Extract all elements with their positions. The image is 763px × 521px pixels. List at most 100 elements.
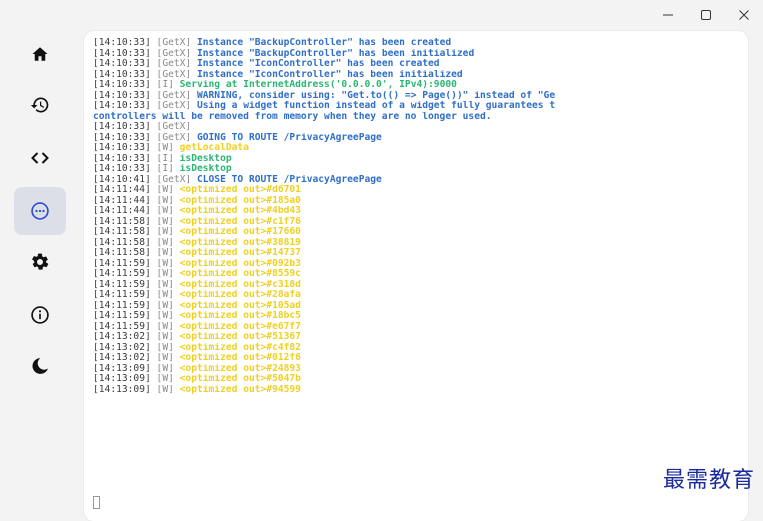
log-tag: [GetX] xyxy=(156,69,192,80)
log-timestamp: [14:11:59] xyxy=(93,300,151,311)
sidebar-item-history[interactable] xyxy=(14,81,66,129)
log-tag: [W] xyxy=(156,195,174,206)
info-icon xyxy=(31,306,49,324)
moon-icon xyxy=(32,358,48,374)
log-timestamp: [14:10:33] xyxy=(93,132,151,143)
log-message: <optimized out>#012f6 xyxy=(179,353,301,363)
log-timestamp: [14:13:02] xyxy=(93,353,151,363)
log-line: [14:11:58] [W] <optimized out>#17660 xyxy=(93,227,744,238)
text-cursor[interactable] xyxy=(93,496,100,509)
log-message: controllers will be removed from memory … xyxy=(93,111,492,122)
log-timestamp: [14:11:59] xyxy=(93,279,151,290)
log-message: <optimized out>#105ad xyxy=(179,300,301,311)
log-line: [14:10:33] [GetX] Instance "IconControll… xyxy=(93,59,744,70)
log-timestamp: [14:10:33] xyxy=(93,48,151,59)
log-tag: [GetX] xyxy=(156,48,192,59)
log-line: [14:13:09] [W] <optimized out>#94599 xyxy=(93,385,744,396)
log-message: <optimized out>#8559c xyxy=(179,269,301,279)
log-output: [14:10:33] [GetX] Instance "BackupContro… xyxy=(93,38,744,395)
log-tag: [I] xyxy=(156,153,174,164)
log-line: [14:11:59] [W] <optimized out>#092b3 xyxy=(93,259,744,270)
log-timestamp: [14:11:58] xyxy=(93,216,151,227)
log-timestamp: [14:10:33] xyxy=(93,153,151,164)
log-timestamp: [14:11:59] xyxy=(93,311,151,321)
log-tag: [W] xyxy=(156,363,174,374)
code-icon xyxy=(31,152,49,164)
log-tag: [GetX] xyxy=(156,122,192,132)
log-line: [14:10:33] [I] isDesktop xyxy=(93,154,744,165)
close-icon xyxy=(739,10,749,20)
sidebar-item-more[interactable] xyxy=(14,187,66,235)
log-line: [14:13:02] [W] <optimized out>#51367 xyxy=(93,332,744,343)
log-timestamp: [14:13:02] xyxy=(93,332,151,342)
log-message: <optimized out>#94599 xyxy=(179,384,301,395)
log-line: [14:11:44] [W] <optimized out>#4bd43 xyxy=(93,206,744,217)
log-message: <optimized out>#4bd43 xyxy=(179,206,301,216)
log-tag: [W] xyxy=(156,227,174,237)
log-line: [14:11:59] [W] <optimized out>#28afa xyxy=(93,290,744,301)
log-tag: [W] xyxy=(156,258,174,269)
home-icon xyxy=(32,47,48,61)
close-button[interactable] xyxy=(725,0,763,30)
log-message: GOING TO ROUTE /PrivacyAgreePage xyxy=(196,132,382,143)
log-line: [14:13:09] [W] <optimized out>#5047b xyxy=(93,374,744,385)
log-timestamp: [14:13:02] xyxy=(93,342,151,353)
log-timestamp: [14:10:33] xyxy=(93,38,151,48)
log-tag: [GetX] xyxy=(156,90,192,101)
log-line: [14:11:59] [W] <optimized out>#c318d xyxy=(93,280,744,291)
log-line: [14:10:33] [GetX] GOING TO ROUTE /Privac… xyxy=(93,133,744,144)
sidebar-item-theme[interactable] xyxy=(14,342,66,390)
log-timestamp: [14:13:09] xyxy=(93,363,151,374)
log-message: <optimized out>#d6701 xyxy=(179,185,301,195)
window-controls xyxy=(649,0,763,30)
log-tag: [W] xyxy=(156,332,174,342)
title-bar xyxy=(0,0,763,30)
log-message: WARNING, consider using: "Get.to(() => P… xyxy=(196,90,556,101)
sidebar-item-code[interactable] xyxy=(14,134,66,182)
log-message: Instance "IconController" has been initi… xyxy=(196,69,463,80)
log-tag: [W] xyxy=(156,384,174,395)
log-message: Instance "BackupController" has been ini… xyxy=(196,48,475,59)
log-timestamp: [14:11:44] xyxy=(93,206,151,216)
log-tag: [GetX] xyxy=(156,132,192,143)
log-timestamp: [14:10:33] xyxy=(93,143,151,153)
log-message: getLocalData xyxy=(179,143,249,153)
sidebar-item-settings[interactable] xyxy=(14,238,66,286)
log-timestamp: [14:11:44] xyxy=(93,195,151,206)
log-timestamp: [14:10:41] xyxy=(93,174,151,185)
log-console[interactable]: [14:10:33] [GetX] Instance "BackupContro… xyxy=(84,31,748,521)
sidebar-item-home[interactable] xyxy=(14,30,66,78)
log-line: [14:10:33] [GetX] Instance "BackupContro… xyxy=(93,38,744,49)
log-line: [14:11:58] [W] <optimized out>#c1f76 xyxy=(93,217,744,228)
log-line: [14:13:02] [W] <optimized out>#012f6 xyxy=(93,353,744,364)
log-message: <optimized out>#092b3 xyxy=(179,258,301,269)
log-tag: [W] xyxy=(156,206,174,216)
log-timestamp: [14:13:09] xyxy=(93,384,151,395)
log-tag: [W] xyxy=(156,290,174,300)
minimize-button[interactable] xyxy=(649,0,687,30)
log-timestamp: [14:10:33] xyxy=(93,101,151,111)
log-line: [14:10:33] [GetX] WARNING, consider usin… xyxy=(93,91,744,102)
log-line: [14:10:33] [GetX] Instance "BackupContro… xyxy=(93,49,744,60)
log-message: <optimized out>#38819 xyxy=(179,237,301,248)
log-tag: [GetX] xyxy=(156,101,192,111)
log-timestamp: [14:11:59] xyxy=(93,321,151,332)
log-line: [14:10:33] [GetX] Using a widget functio… xyxy=(93,101,744,112)
log-timestamp: [14:11:59] xyxy=(93,258,151,269)
minimize-icon xyxy=(663,14,673,16)
maximize-button[interactable] xyxy=(687,0,725,30)
log-tag: [W] xyxy=(156,279,174,290)
log-message: <optimized out>#c318d xyxy=(179,279,301,290)
log-tag: [W] xyxy=(156,300,174,311)
log-tag: [W] xyxy=(156,269,174,279)
log-message: <optimized out>#c4f82 xyxy=(179,342,301,353)
log-message: CLOSE TO ROUTE /PrivacyAgreePage xyxy=(196,174,382,185)
gear-icon xyxy=(31,253,49,270)
log-message: <optimized out>#24893 xyxy=(179,363,301,374)
log-tag: [W] xyxy=(156,237,174,248)
log-line: [14:11:59] [W] <optimized out>#105ad xyxy=(93,301,744,312)
log-line: [14:10:33] [I] isDesktop xyxy=(93,164,744,175)
log-message: Instance "IconController" has been creat… xyxy=(196,59,440,69)
sidebar-item-info[interactable] xyxy=(14,291,66,339)
log-timestamp: [14:10:33] xyxy=(93,122,151,132)
